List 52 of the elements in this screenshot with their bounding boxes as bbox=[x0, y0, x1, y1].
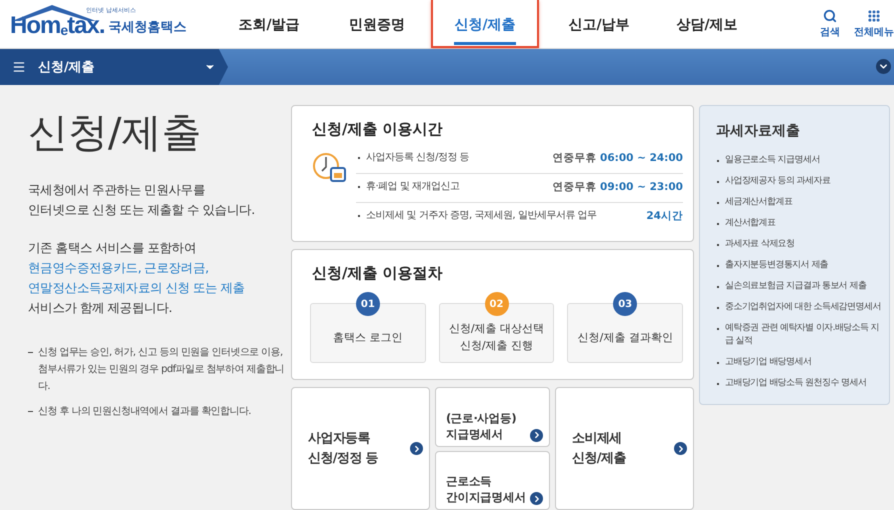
clock-calendar-icon bbox=[312, 151, 348, 185]
nav-tab[interactable]: 민원증명 bbox=[323, 0, 431, 48]
all-menu-button[interactable]: 전체메뉴 bbox=[854, 9, 894, 39]
nav-tab[interactable]: 상담/제보 bbox=[653, 0, 761, 48]
panel-link[interactable]: 과세자료 삭제요청 bbox=[716, 234, 881, 255]
shortcut-link[interactable]: 사업자등록 신청/정정 등 bbox=[291, 387, 430, 510]
chevron-icon bbox=[530, 428, 543, 442]
chevron-icon bbox=[674, 442, 687, 455]
step-number: 01 bbox=[356, 292, 380, 316]
chevron-icon bbox=[530, 492, 543, 505]
service-hours: 연중무휴 06:00 ~ 24:00 bbox=[552, 151, 683, 165]
step-label: 홈택스 로그인 bbox=[333, 330, 403, 346]
shortcut-link[interactable]: (근로·사업등) 지급명세서 bbox=[435, 387, 550, 446]
step-label: 신청/제출 대상선택 신청/제출 진행 bbox=[448, 321, 544, 354]
service-label: 사업자등록 신청/정정 등 bbox=[356, 151, 470, 165]
shortcut-link[interactable]: 소비제세 신청/제출 bbox=[555, 387, 694, 510]
intro-paragraph: 국세청에서 주관하는 민원사무를 인터넷으로 신청 또는 제출할 수 있습니다. bbox=[28, 181, 256, 219]
service-label: 소비제세 및 거주자 증명, 국제세원, 일반세무서류 업무 bbox=[356, 209, 596, 223]
card-title: 신청/제출 이용절차 bbox=[312, 264, 444, 283]
note-text: 신청 후 나의 민원신청내역에서 결과를 확인합니다. bbox=[28, 403, 286, 420]
step-label: 신청/제출 결과확인 bbox=[578, 330, 673, 346]
panel-link[interactable]: 세금계산서합계표 bbox=[716, 192, 881, 213]
panel-link[interactable]: 고배당기업 배당소득 원천징수 명세서 bbox=[716, 373, 881, 394]
card-title: 신청/제출 이용시간 bbox=[312, 120, 444, 139]
panel-link[interactable]: 계산서합계표 bbox=[716, 213, 881, 234]
panel-title: 과세자료제출 bbox=[716, 122, 801, 140]
search-button[interactable]: 검색 bbox=[820, 9, 840, 39]
panel-link[interactable]: 예탁증권 관련 예탁자별 이자.배당소득 지급 실적 bbox=[716, 318, 881, 352]
breadcrumb-menu[interactable]: 신청/제출 bbox=[0, 49, 228, 85]
expand-icon[interactable] bbox=[876, 59, 891, 74]
panel-link[interactable]: 사업장제공자 등의 과세자료 bbox=[716, 171, 881, 192]
service-hours: 연중무휴 09:00 ~ 23:00 bbox=[552, 180, 683, 194]
page-title: 신청/제출 bbox=[28, 109, 202, 158]
panel-link[interactable]: 중소기업취업자에 대한 소득세감면명세서 bbox=[716, 297, 881, 318]
shortcut-link[interactable]: 근로소득 간이지급명세서 bbox=[435, 450, 550, 510]
nav-tab[interactable]: 조회/발급 bbox=[215, 0, 323, 48]
search-icon bbox=[823, 9, 837, 23]
menu-icon bbox=[12, 60, 26, 74]
chevron-icon bbox=[410, 442, 423, 455]
nav-tab[interactable]: 신고/납부 bbox=[545, 0, 653, 48]
logo-name: 국세청홈택스 bbox=[108, 19, 186, 37]
intro-paragraph: 기존 홈택스 서비스를 포함하여 현금영수증전용카드, 근로장려금, 연말정산소득공제자료의 신청 또는 제출 서비스가 함께 제공됩니다. bbox=[28, 239, 246, 317]
service-label: 휴·폐업 및 재개업신고 bbox=[356, 180, 460, 194]
service-hours: 24시간 bbox=[646, 209, 683, 223]
panel-link[interactable]: 일용근로소득 지급명세서 bbox=[716, 150, 881, 171]
panel-link[interactable]: 고배당기업 배당명세서 bbox=[716, 352, 881, 373]
note-text: 신청 업무는 승인, 허가, 신고 등의 민원을 인터넷으로 이용, 첨부서류가 있는 민원의 경우 pdf파일로 첨부하여 제출합니다. bbox=[28, 344, 286, 395]
grid-icon bbox=[867, 9, 881, 23]
step-number: 02 bbox=[484, 292, 508, 316]
panel-link[interactable]: 출자지분등변경통지서 제출 bbox=[716, 255, 881, 276]
step-number: 03 bbox=[613, 292, 638, 316]
panel-link[interactable]: 실손의료보험금 지급결과 통보서 제출 bbox=[716, 276, 881, 297]
